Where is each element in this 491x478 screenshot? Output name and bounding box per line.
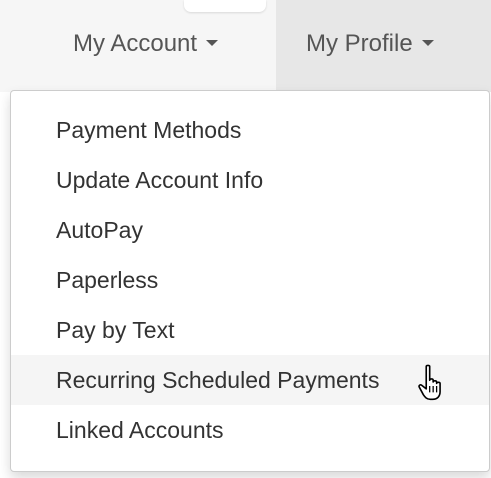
menu-item-label: Update Account Info (56, 167, 264, 193)
menu-item-label: Paperless (56, 267, 159, 293)
menu-item-label: AutoPay (56, 217, 143, 243)
menu-item-update-account-info[interactable]: Update Account Info (11, 155, 489, 205)
menu-item-recurring-scheduled-payments[interactable]: Recurring Scheduled Payments (11, 355, 489, 405)
menu-item-autopay[interactable]: AutoPay (11, 205, 489, 255)
my-profile-dropdown[interactable]: My Profile (306, 24, 434, 64)
top-tab-edge (184, 0, 266, 12)
menu-item-linked-accounts[interactable]: Linked Accounts (11, 405, 489, 455)
my-account-dropdown[interactable]: My Account (73, 24, 219, 64)
menu-item-label: Pay by Text (56, 317, 175, 343)
menu-item-label: Recurring Scheduled Payments (56, 367, 380, 393)
my-profile-label: My Profile (306, 30, 413, 57)
caret-down-icon (421, 39, 434, 46)
menu-item-label: Payment Methods (56, 117, 242, 143)
my-account-dropdown-menu: Payment Methods Update Account Info Auto… (10, 90, 490, 472)
menu-item-pay-by-text[interactable]: Pay by Text (11, 305, 489, 355)
menu-item-label: Linked Accounts (56, 417, 224, 443)
my-account-label: My Account (73, 30, 198, 57)
caret-down-icon (206, 39, 219, 46)
menu-item-payment-methods[interactable]: Payment Methods (11, 105, 489, 155)
navbar: My Account My Profile (0, 0, 491, 92)
menu-item-paperless[interactable]: Paperless (11, 255, 489, 305)
